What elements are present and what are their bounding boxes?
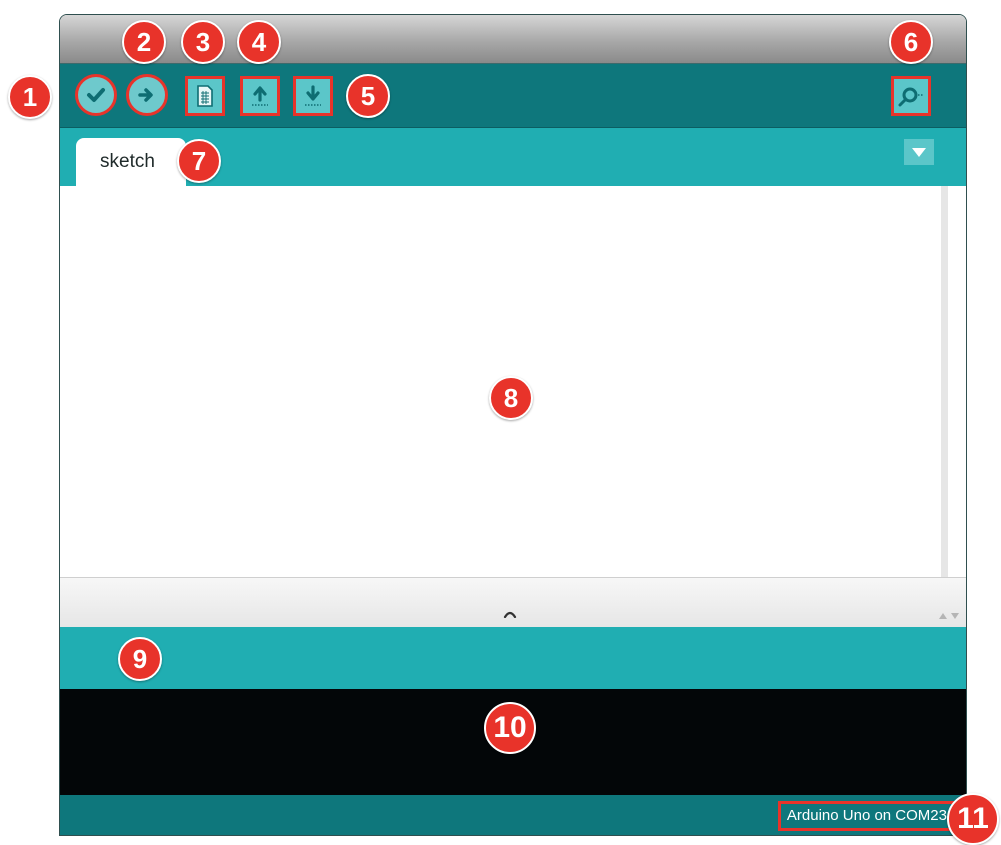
tab-menu-button[interactable]	[904, 139, 934, 165]
callout-2: 2	[122, 20, 166, 64]
callout-3: 3	[181, 20, 225, 64]
checkmark-icon	[85, 84, 107, 106]
open-button[interactable]	[240, 76, 280, 116]
verify-button[interactable]	[75, 74, 117, 116]
editor-scrollbar[interactable]	[941, 186, 948, 577]
message-area	[60, 627, 966, 689]
callout-1: 1	[8, 75, 52, 119]
arrow-up-icon	[249, 84, 271, 108]
tab-label: sketch	[100, 151, 155, 172]
callout-7: 7	[177, 139, 221, 183]
tab-sketch[interactable]: sketch	[76, 138, 186, 186]
save-button[interactable]	[293, 76, 333, 116]
callout-9: 9	[118, 637, 162, 681]
panel-divider[interactable]	[60, 577, 966, 628]
status-bar: Arduino Uno on COM23	[60, 795, 966, 835]
arrow-down-icon	[302, 84, 324, 108]
callout-6: 6	[889, 20, 933, 64]
callout-10: 10	[484, 702, 536, 754]
callout-11: 11	[947, 793, 999, 845]
callout-8: 8	[489, 376, 533, 420]
magnifier-icon	[897, 85, 925, 107]
new-document-icon	[195, 84, 215, 108]
callout-4: 4	[237, 20, 281, 64]
new-button[interactable]	[185, 76, 225, 116]
callout-5: 5	[346, 74, 390, 118]
collapse-arrows-icon[interactable]	[938, 608, 960, 619]
arrow-right-icon	[137, 85, 157, 105]
upload-button[interactable]	[126, 74, 168, 116]
board-port-status: Arduino Uno on COM23	[777, 801, 956, 831]
drag-handle-icon[interactable]	[503, 605, 517, 619]
toolbar	[60, 64, 966, 128]
triangle-down-icon	[912, 147, 926, 157]
serial-monitor-button[interactable]	[891, 76, 931, 116]
